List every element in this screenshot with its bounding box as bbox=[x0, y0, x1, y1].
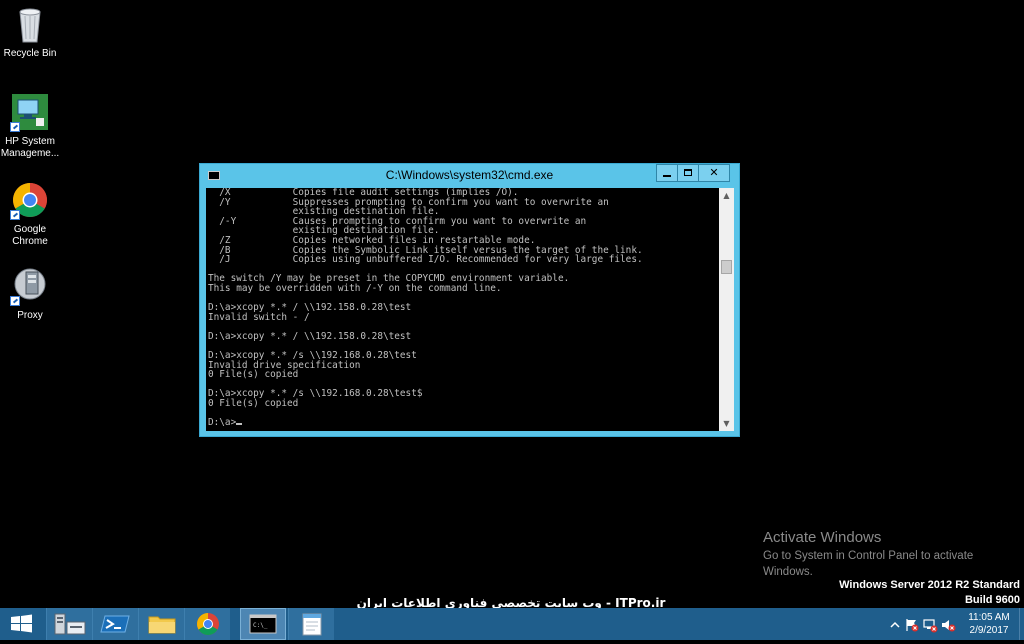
activation-message: Go to System in Control Panel to activat… bbox=[763, 550, 974, 578]
console-scrollbar[interactable]: ▲ ▼ bbox=[719, 188, 734, 431]
cmd-taskbar-icon: C:\_ bbox=[249, 614, 277, 634]
folder-icon bbox=[148, 616, 176, 634]
console-cursor bbox=[236, 423, 243, 426]
console-line: /J Copies using unbuffered I/O. Recommen… bbox=[208, 254, 643, 266]
taskbar-powershell[interactable] bbox=[92, 608, 138, 640]
start-button[interactable] bbox=[0, 608, 46, 640]
taskbar-clock[interactable]: 11:05 AM 2/9/2017 bbox=[960, 611, 1018, 637]
edition-name: Windows Server 2012 R2 Standard bbox=[839, 579, 1020, 591]
desktop-icon-label: Google Chrome bbox=[12, 224, 48, 247]
desktop-icon-proxy[interactable]: Proxy bbox=[0, 266, 60, 322]
shortcut-arrow-icon bbox=[10, 122, 20, 132]
cmd-titlebar[interactable]: C:\Windows\system32\cmd.exe ✕ bbox=[200, 164, 739, 186]
shortcut-arrow-icon bbox=[10, 210, 20, 220]
desktop-icon-hp-system-management[interactable]: HP System Manageme... bbox=[0, 92, 60, 160]
console-line: 0 File(s) copied bbox=[208, 369, 299, 381]
cmd-console[interactable]: /X Copies file audit settings (implies /… bbox=[206, 188, 719, 431]
console-line: D:\a>xcopy *.* / \\192.158.0.28\test bbox=[208, 330, 412, 342]
taskbar-file-explorer[interactable] bbox=[138, 608, 184, 640]
svg-text:C:\_: C:\_ bbox=[253, 622, 268, 629]
action-center-flag-icon[interactable] bbox=[904, 617, 920, 633]
notepad-icon bbox=[302, 613, 322, 636]
console-prompt: D:\a> bbox=[208, 417, 237, 429]
windows-edition: Windows Server 2012 R2 Standard Build 96… bbox=[839, 578, 1020, 608]
close-button[interactable]: ✕ bbox=[698, 164, 730, 182]
chrome-icon bbox=[10, 180, 50, 220]
show-desktop-button[interactable] bbox=[1019, 608, 1024, 640]
taskbar-server-manager[interactable] bbox=[46, 608, 92, 640]
server-manager-icon bbox=[54, 613, 86, 635]
powershell-icon bbox=[100, 615, 130, 633]
recycle-bin-icon bbox=[10, 4, 50, 44]
maximize-icon bbox=[684, 169, 692, 176]
windows-logo-icon bbox=[11, 614, 32, 633]
desktop: Recycle Bin HP System Manageme... Google… bbox=[0, 0, 1024, 610]
hp-system-management-icon bbox=[10, 92, 50, 132]
taskbar-notepad[interactable] bbox=[288, 608, 334, 640]
activation-heading: Activate Windows bbox=[763, 529, 882, 546]
taskbar-cmd[interactable]: C:\_ bbox=[240, 608, 286, 640]
console-line: Invalid switch - / bbox=[208, 311, 310, 323]
scroll-up-arrow-icon[interactable]: ▲ bbox=[719, 188, 734, 203]
desktop-icon-label: Recycle Bin bbox=[3, 48, 57, 59]
minimize-button[interactable] bbox=[656, 164, 678, 182]
console-output: /X Copies file audit settings (implies /… bbox=[206, 188, 719, 428]
speaker-icon[interactable] bbox=[940, 617, 956, 633]
activation-watermark: Activate Windows Go to System in Control… bbox=[763, 528, 993, 580]
clock-date: 2/9/2017 bbox=[969, 625, 1009, 636]
minimize-icon bbox=[663, 175, 671, 177]
chrome-taskbar-icon bbox=[197, 613, 219, 635]
console-line: 0 File(s) copied bbox=[208, 398, 299, 410]
maximize-button[interactable] bbox=[677, 164, 699, 182]
console-line: This may be overridden with /-Y on the c… bbox=[208, 282, 502, 294]
network-icon[interactable] bbox=[922, 617, 938, 633]
tray-expand-arrow-icon[interactable] bbox=[888, 617, 904, 633]
edition-build: Build 9600 bbox=[964, 594, 1020, 606]
proxy-icon bbox=[10, 266, 50, 306]
desktop-icon-google-chrome[interactable]: Google Chrome bbox=[0, 180, 60, 248]
desktop-icon-label: HP System Manageme... bbox=[0, 136, 60, 159]
scroll-down-arrow-icon[interactable]: ▼ bbox=[719, 416, 734, 431]
close-icon: ✕ bbox=[709, 166, 719, 179]
taskbar-chrome[interactable] bbox=[184, 608, 230, 640]
taskbar: C:\_ bbox=[0, 608, 1024, 640]
scroll-thumb[interactable] bbox=[721, 260, 732, 274]
desktop-icon-label: Proxy bbox=[17, 310, 43, 321]
shortcut-arrow-icon bbox=[10, 296, 20, 306]
cmd-window[interactable]: C:\Windows\system32\cmd.exe ✕ /X Copies … bbox=[199, 163, 740, 437]
clock-time: 11:05 AM bbox=[968, 612, 1010, 623]
desktop-icon-recycle-bin[interactable]: Recycle Bin bbox=[0, 4, 60, 60]
